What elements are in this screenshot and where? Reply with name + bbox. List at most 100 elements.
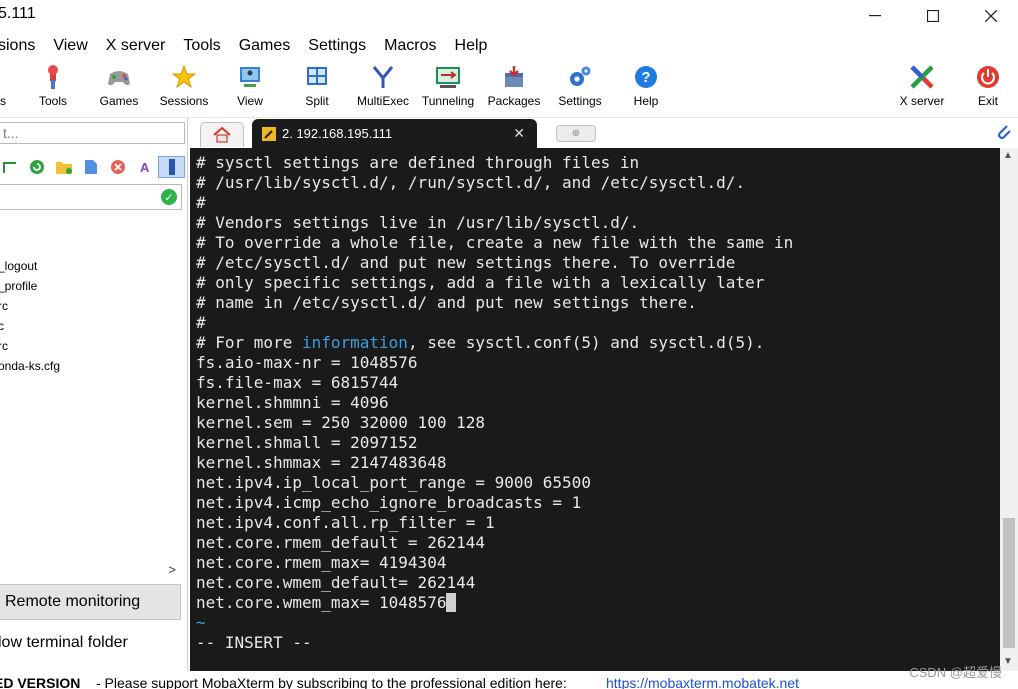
chevron-right-icon[interactable]: > — [168, 562, 176, 577]
minimize-icon — [869, 15, 881, 17]
terminal-line: # — [196, 193, 206, 212]
menu-help[interactable]: Help — [446, 34, 497, 58]
terminal-view[interactable]: # sysctl settings are defined through fi… — [190, 148, 1000, 671]
menu-macros[interactable]: Macros — [375, 34, 445, 58]
toolbar-label: Help — [633, 94, 659, 108]
checkmark-icon[interactable]: ✓ — [161, 189, 177, 205]
toolbar-exit-button[interactable]: Exit — [953, 62, 1018, 108]
help-icon: ? — [633, 64, 659, 90]
tools-icon — [40, 64, 66, 90]
toolbar-label: View — [237, 94, 263, 108]
quick-connect-input[interactable]: t... — [0, 122, 185, 144]
view-icon — [237, 64, 263, 90]
toolbar-label: X server — [899, 94, 945, 108]
terminal-line: # — [196, 313, 206, 332]
terminal-line: # Vendors settings live in /usr/lib/sysc… — [196, 213, 640, 232]
terminal-line: # name in /etc/sysctl.d/ and put new set… — [196, 293, 697, 312]
svg-text:?: ? — [641, 69, 650, 86]
terminal-line: net.ipv4.conf.all.rp_filter = 1 — [196, 513, 495, 532]
remote-monitoring-button[interactable]: Remote monitoring — [0, 584, 181, 620]
home-icon — [213, 127, 231, 143]
toolbar-multiexec-button[interactable]: MultiExec — [348, 62, 418, 108]
split-icon — [304, 64, 330, 90]
toolbar-label: Tunneling — [421, 94, 475, 108]
toolbar-label: Settings — [558, 94, 602, 108]
tab-close-icon[interactable]: ✕ — [513, 125, 525, 142]
toolbar-settings-button[interactable]: Settings — [545, 62, 615, 108]
toolbar-x-server-button[interactable]: X server — [887, 62, 957, 108]
tab-home[interactable] — [200, 122, 244, 147]
toolbar-label: Packages — [487, 94, 541, 108]
terminal-line: # /etc/sysctl.d/ and put new settings th… — [196, 253, 736, 272]
toolbar-label: MultiExec — [356, 94, 409, 108]
terminal-line: kernel.shmmni = 4096 — [196, 393, 389, 412]
terminal-line: fs.aio-max-nr = 1048576 — [196, 353, 418, 372]
terminal-line: net.core.rmem_max= 4194304 — [196, 553, 447, 572]
vim-mode-indicator: -- INSERT -- — [196, 633, 312, 652]
menu-sessions[interactable]: sions — [0, 34, 44, 58]
scroll-down-icon[interactable]: ▼ — [1003, 656, 1013, 667]
plus-icon: ⊕ — [571, 128, 581, 139]
terminal-scrollbar[interactable]: ▲ ▼ — [1000, 148, 1018, 671]
menu-tools[interactable]: Tools — [174, 34, 229, 58]
toolbar-games-button[interactable]: Games — [84, 62, 154, 108]
toolbar-sessions-button[interactable]: Sessions — [149, 62, 219, 108]
terminal-line: fs.file-max = 6815744 — [196, 373, 399, 392]
toolbar-packages-button[interactable]: Packages — [479, 62, 549, 108]
list-item[interactable]: rc — [0, 296, 60, 316]
toolbar-tools-button[interactable]: Tools — [18, 62, 88, 108]
toolbar-label: Split — [305, 94, 329, 108]
scroll-up-icon[interactable]: ▲ — [1003, 150, 1013, 161]
new-folder-icon[interactable] — [50, 156, 77, 178]
path-field[interactable]: ✓ — [0, 184, 182, 210]
toolbar-label: Games — [99, 94, 139, 108]
list-item[interactable]: _profile — [0, 276, 60, 296]
tab-session-192-168-195-111[interactable]: 2. 192.168.195.111 ✕ — [252, 119, 537, 148]
close-icon — [985, 10, 997, 22]
toolbar-split-button[interactable]: Split — [282, 62, 352, 108]
info-prefix: # For more — [196, 333, 302, 352]
terminal-line: kernel.shmmax = 2147483648 — [196, 453, 447, 472]
terminal-line: kernel.sem = 250 32000 100 128 — [196, 413, 485, 432]
terminal-info-line: # For more information, see sysctl.conf(… — [196, 333, 1000, 353]
sftp-toolbar: A — [0, 156, 185, 178]
svg-text:A: A — [140, 160, 150, 175]
rename-icon[interactable]: A — [131, 156, 158, 178]
refresh-icon[interactable] — [23, 156, 50, 178]
tab-strip: 2. 192.168.195.111 ✕ ⊕ — [190, 118, 1018, 148]
new-file-icon[interactable] — [77, 156, 104, 178]
toolbar-view-button[interactable]: View — [215, 62, 285, 108]
menu-x-server[interactable]: X server — [97, 34, 175, 58]
menu-view[interactable]: View — [44, 34, 96, 58]
terminal-line: # To override a whole file, create a new… — [196, 233, 794, 252]
sessions-star-icon — [171, 64, 197, 90]
minimize-button[interactable] — [846, 0, 904, 32]
delete-icon[interactable] — [104, 156, 131, 178]
new-tab-button[interactable]: ⊕ — [556, 125, 596, 142]
horizontal-scrollbar[interactable]: > — [0, 562, 182, 578]
terminal-line: net.ipv4.ip_local_port_range = 9000 6550… — [196, 473, 591, 492]
follow-terminal-folder-checkbox[interactable]: low terminal folder — [0, 634, 128, 652]
support-message: - Please support MobaXterm by subscribin… — [96, 675, 567, 689]
terminal-line: kernel.shmall = 2097152 — [196, 433, 418, 452]
scrollbar-thumb[interactable] — [1003, 518, 1015, 648]
folder-tree-icon[interactable] — [0, 156, 23, 178]
toolbar-help-button[interactable]: ? Help — [611, 62, 681, 108]
list-item[interactable]: rc — [0, 336, 60, 356]
mobaxterm-link[interactable]: https://mobaxterm.mobatek.net — [606, 675, 799, 689]
info-keyword: information — [301, 333, 408, 352]
toolbar-tunneling-button[interactable]: Tunneling — [413, 62, 483, 108]
toolbar-label: Tools — [38, 94, 67, 108]
info-suffix: , see sysctl.conf(5) and sysctl.d(5). — [407, 333, 765, 352]
games-icon — [106, 64, 132, 90]
close-window-button[interactable] — [962, 0, 1018, 32]
attachment-paperclip-icon[interactable] — [994, 122, 1012, 144]
follow-terminal-icon[interactable] — [158, 156, 185, 178]
maximize-button[interactable] — [904, 0, 962, 32]
tab-label: 2. 192.168.195.111 — [282, 126, 393, 141]
menu-settings[interactable]: Settings — [299, 34, 375, 58]
list-item[interactable]: onda-ks.cfg — [0, 356, 60, 376]
list-item[interactable]: c — [0, 316, 60, 336]
menu-games[interactable]: Games — [230, 34, 300, 58]
list-item[interactable]: _logout — [0, 256, 60, 276]
